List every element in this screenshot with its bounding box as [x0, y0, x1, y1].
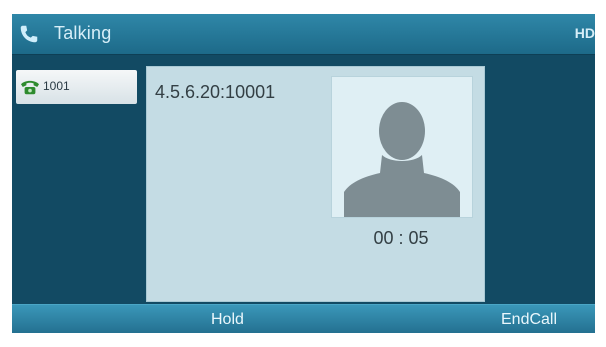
line-label: 1001 [43, 79, 70, 93]
phone-line-icon [21, 80, 39, 95]
softkey-bar: Hold EndCall [12, 304, 595, 333]
title-bar: Talking HD [12, 14, 595, 55]
call-info-panel: 4.5.6.20:10001 00 : 05 [146, 66, 485, 302]
contact-avatar [331, 76, 473, 218]
person-avatar-icon [344, 102, 460, 217]
end-call-button[interactable]: EndCall [501, 311, 557, 329]
hold-button[interactable]: Hold [211, 311, 244, 329]
hd-indicator: HD [574, 25, 595, 41]
call-timer: 00 : 05 [373, 228, 429, 248]
callee-number: 4.5.6.20:10001 [155, 82, 276, 102]
phone-screen: Talking HD 1001 4.5.6.20:10001 00 : 05 H… [12, 14, 595, 333]
phone-icon [20, 25, 38, 43]
line-key-1001[interactable]: 1001 [16, 70, 137, 104]
call-status-title: Talking [54, 23, 112, 43]
